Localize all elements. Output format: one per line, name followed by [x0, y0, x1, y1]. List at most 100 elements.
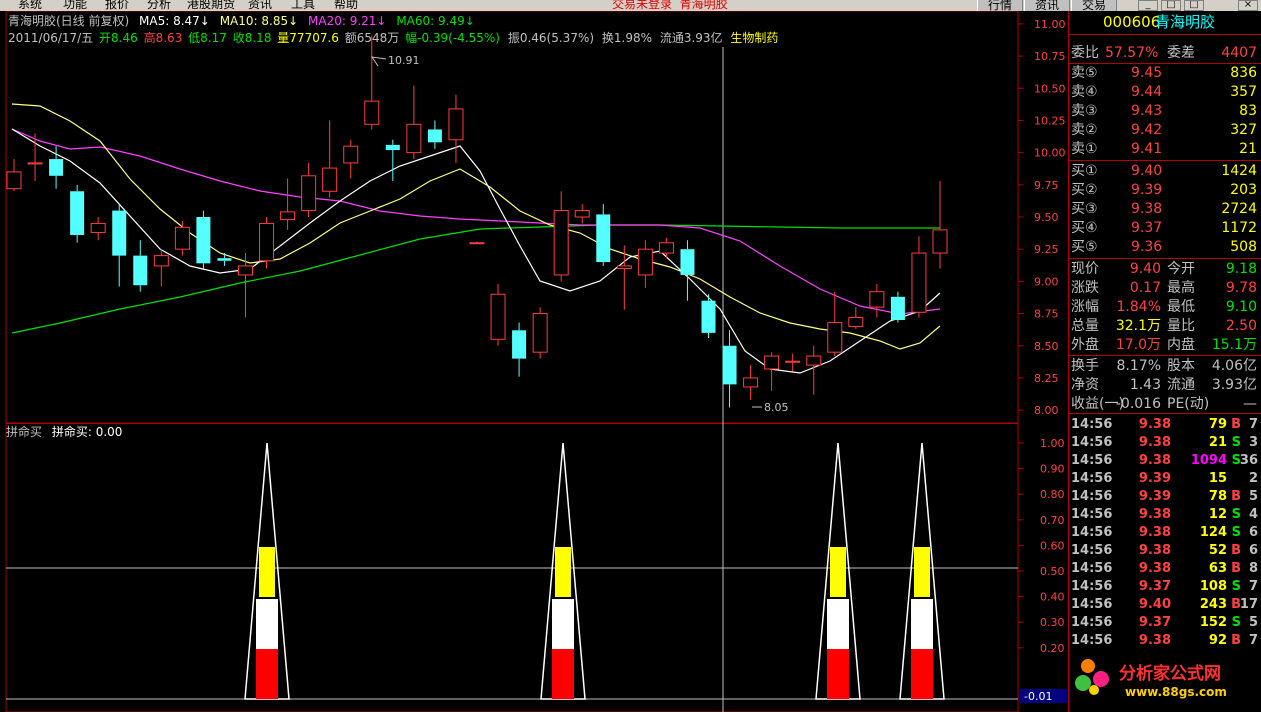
tick-row: 14:56 9.38 92 B 7 [1069, 632, 1261, 650]
candle-body [49, 159, 64, 176]
stat-label: 外盘 [1071, 337, 1099, 353]
info-volume: 量77707.6 [277, 31, 339, 45]
candle-body [469, 242, 485, 245]
tab-news[interactable]: 资讯 [1024, 0, 1070, 11]
tick-row: 14:56 9.38 63 B 8 [1069, 560, 1261, 578]
restore-button[interactable]: □ [1161, 0, 1181, 11]
weibi-label: 委比 [1071, 45, 1099, 61]
tick-volume: 15 [1208, 471, 1227, 486]
peak-yellow-segment [259, 547, 275, 597]
info-amount: 额6548万 [345, 31, 400, 45]
ma10-label: MA10: 8.85 [220, 14, 288, 28]
menu-function[interactable]: 功能 [63, 0, 87, 11]
minimize-button[interactable]: _ [1138, 0, 1158, 11]
candle-body [701, 300, 716, 333]
info-turnover: 换1.98% [602, 31, 652, 45]
tick-count: 7 [1248, 417, 1258, 432]
ask-row[interactable]: 卖⑤ 9.45 836 [1069, 64, 1261, 83]
tick-time: 14:56 [1071, 633, 1113, 648]
tick-price: 9.38 [1138, 507, 1171, 522]
candle-body [911, 252, 927, 313]
tick-row: 14:56 9.38 1094 S 36 [1069, 452, 1261, 470]
menu-tools[interactable]: 工具 [291, 0, 315, 11]
tick-time: 14:56 [1071, 471, 1113, 486]
candlestick-chart[interactable]: 11.00 10.75 10.50 10.25 10.00 9.75 9.50 9.25 9.0… [0, 11, 1068, 423]
tick-count: 36 [1239, 453, 1258, 468]
stat-label: 最高 [1167, 280, 1195, 296]
book-volume: 508 [1230, 239, 1257, 255]
peak-red-segment [256, 649, 278, 699]
maximize-button[interactable]: □ [1184, 0, 1204, 11]
book-price: 9.43 [1131, 103, 1163, 119]
candle-body [596, 214, 611, 263]
tick-count: 7 [1248, 633, 1258, 648]
stat-row: 外盘 17.0万 内盘 15.1万 [1069, 336, 1261, 355]
tick-side: B [1231, 417, 1241, 432]
menu-news[interactable]: 资讯 [248, 0, 272, 11]
indicator-chart[interactable]: 1.00 0.90 0.80 0.70 0.60 0.50 0.40 0.30 0.20 拼命买… [0, 423, 1068, 712]
close-button[interactable]: × [1238, 0, 1258, 11]
bid-row[interactable]: 买⑤ 9.36 508 [1069, 238, 1261, 257]
candle-body [238, 265, 253, 276]
stat-label: 现价 [1071, 261, 1099, 277]
candle-body [90, 222, 106, 233]
tick-price: 9.38 [1138, 453, 1171, 468]
book-volume: 836 [1230, 65, 1257, 81]
ask-row[interactable]: 卖④ 9.44 357 [1069, 83, 1261, 102]
bid-row[interactable]: 买② 9.39 203 [1069, 181, 1261, 200]
stat-label: PE(动) [1167, 396, 1210, 412]
book-volume: 357 [1230, 84, 1257, 100]
stock-name: 青海明胶 [1155, 13, 1216, 31]
menu-analysis[interactable]: 分析 [147, 0, 171, 11]
candle-body [932, 229, 948, 254]
stat-label: 流通 [1167, 377, 1195, 393]
chart-info-line: 2011/06/17/五 开8.46 高8.63 低8.17 收8.18 量77… [8, 30, 778, 45]
menu-help[interactable]: 帮助 [334, 0, 358, 11]
ask-row[interactable]: 卖① 9.41 21 [1069, 140, 1261, 159]
candle [70, 184, 85, 243]
stat-label: 股本 [1167, 358, 1195, 374]
book-level-label: 卖① [1071, 141, 1098, 157]
stat-value: 32.1万 [1115, 318, 1161, 334]
candle-body [806, 355, 822, 366]
tab-trade[interactable]: 交易 [1071, 0, 1117, 11]
stat-row: 现价 9.40 今开 9.18 [1069, 260, 1261, 279]
menu-system[interactable]: 系统 [18, 0, 42, 11]
book-volume: 83 [1239, 103, 1257, 119]
bid-row[interactable]: 买① 9.40 1424 [1069, 162, 1261, 181]
tick-time: 14:56 [1071, 525, 1113, 540]
tick-volume: 52 [1208, 543, 1227, 558]
price-tick-label: 10.25 [1034, 114, 1066, 127]
menu-quote[interactable]: 报价 [105, 0, 129, 11]
price-tick-label: 9.50 [1034, 211, 1059, 224]
info-close: 收8.18 [233, 31, 272, 45]
candle-body [827, 322, 843, 353]
tick-side: S [1231, 579, 1241, 594]
candle-body [280, 211, 296, 221]
bid-row[interactable]: 买③ 9.38 2724 [1069, 200, 1261, 219]
ma60-label: MA60: 9.49 [396, 14, 464, 28]
ma5-label: MA5: 8.47 [139, 14, 200, 28]
indicator-header: 拼命买 拼命买: 0.00 [6, 424, 122, 439]
tick-volume: 108 [1199, 579, 1227, 594]
stat-label: 最低 [1167, 299, 1195, 315]
tick-count: 5 [1248, 489, 1258, 504]
book-level-label: 买① [1071, 163, 1098, 179]
bid-row[interactable]: 买④ 9.37 1172 [1069, 219, 1261, 238]
peak-white-segment [552, 599, 574, 649]
candle-body [427, 129, 442, 143]
candle [701, 294, 716, 339]
chart-header: 青海明胶(日线 前复权) MA5: 8.47↓ MA10: 8.85↓ MA20… [8, 13, 475, 28]
tick-price: 9.38 [1138, 417, 1171, 432]
tab-quote[interactable]: 行情 [977, 0, 1023, 11]
candle-body [785, 360, 801, 363]
tick-row: 14:56 9.40 243 B 17 [1069, 596, 1261, 614]
menu-hk-futures[interactable]: 港股期货 [187, 0, 235, 11]
candle-body [153, 255, 169, 267]
tick-volume: 12 [1208, 507, 1227, 522]
tick-count: 2 [1248, 471, 1258, 486]
ask-row[interactable]: 卖③ 9.43 83 [1069, 102, 1261, 121]
ask-row[interactable]: 卖② 9.42 327 [1069, 121, 1261, 140]
candle-body [680, 249, 695, 275]
tick-time: 14:56 [1071, 417, 1113, 432]
